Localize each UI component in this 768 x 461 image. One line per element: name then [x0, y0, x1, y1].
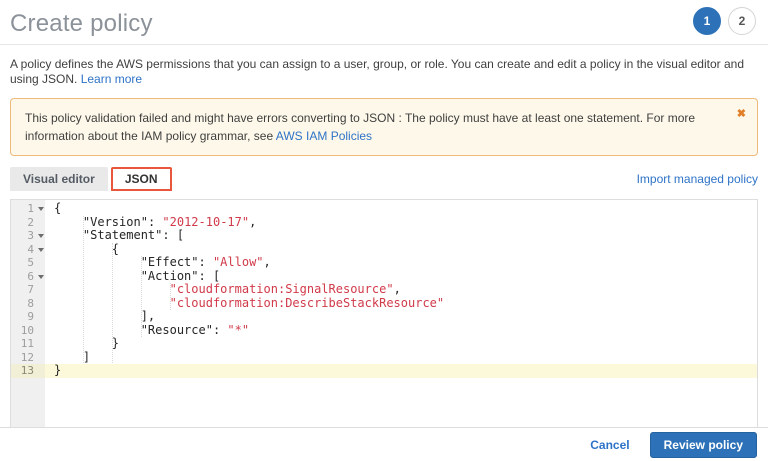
tab-bar: Visual editor JSON Import managed policy — [10, 166, 758, 191]
cancel-button[interactable]: Cancel — [590, 438, 629, 452]
code-line[interactable]: } — [45, 337, 757, 351]
code-line[interactable]: { — [45, 202, 757, 216]
line-number: 4 — [11, 243, 45, 257]
import-managed-policy-link[interactable]: Import managed policy — [637, 172, 758, 186]
code-line[interactable]: } — [45, 364, 757, 378]
intro-paragraph: A policy defines the AWS permissions tha… — [10, 57, 758, 87]
fold-caret-icon[interactable] — [38, 207, 44, 211]
line-number: 11 — [11, 337, 45, 351]
header-divider — [0, 44, 768, 45]
validation-warning-banner: ✖ This policy validation failed and migh… — [10, 98, 758, 156]
code-line[interactable]: "cloudformation:SignalResource", — [45, 283, 757, 297]
editor-gutter: 12345678910111213 — [11, 200, 45, 454]
review-policy-button[interactable]: Review policy — [650, 432, 757, 458]
line-number: 3 — [11, 229, 45, 243]
step-indicator: 12 — [693, 7, 756, 35]
code-line[interactable]: "Action": [ — [45, 270, 757, 284]
editor-code-area[interactable]: { "Version": "2012-10-17", "Statement": … — [45, 200, 757, 454]
page-header: Create policy 12 — [0, 0, 768, 44]
code-line[interactable]: "cloudformation:DescribeStackResource" — [45, 297, 757, 311]
tab-json[interactable]: JSON — [111, 167, 172, 191]
line-number: 9 — [11, 310, 45, 324]
line-number: 1 — [11, 202, 45, 216]
code-line[interactable]: "Resource": "*" — [45, 324, 757, 338]
page-title: Create policy — [10, 10, 754, 38]
code-line[interactable]: "Version": "2012-10-17", — [45, 216, 757, 230]
line-number: 8 — [11, 297, 45, 311]
line-number: 6 — [11, 270, 45, 284]
step-circle-2: 2 — [728, 7, 756, 35]
tab-visual-editor[interactable]: Visual editor — [10, 167, 108, 191]
json-policy-editor[interactable]: 12345678910111213 { "Version": "2012-10-… — [10, 199, 758, 455]
code-line[interactable]: { — [45, 243, 757, 257]
fold-caret-icon[interactable] — [38, 234, 44, 238]
create-policy-page: Create policy 12 A policy defines the AW… — [0, 0, 768, 461]
line-number: 5 — [11, 256, 45, 270]
code-line[interactable]: "Statement": [ — [45, 229, 757, 243]
aws-iam-policies-link[interactable]: AWS IAM Policies — [276, 129, 372, 143]
step-circle-1: 1 — [693, 7, 721, 35]
line-number: 2 — [11, 216, 45, 230]
line-number: 10 — [11, 324, 45, 338]
code-line[interactable]: ], — [45, 310, 757, 324]
code-line[interactable]: "Effect": "Allow", — [45, 256, 757, 270]
footer-bar: Cancel Review policy — [0, 427, 768, 461]
line-number: 13 — [11, 364, 45, 378]
line-number: 12 — [11, 351, 45, 365]
learn-more-link[interactable]: Learn more — [81, 72, 142, 86]
code-line[interactable]: ] — [45, 351, 757, 365]
fold-caret-icon[interactable] — [38, 275, 44, 279]
close-icon[interactable]: ✖ — [737, 105, 746, 123]
line-number: 7 — [11, 283, 45, 297]
fold-caret-icon[interactable] — [38, 248, 44, 252]
